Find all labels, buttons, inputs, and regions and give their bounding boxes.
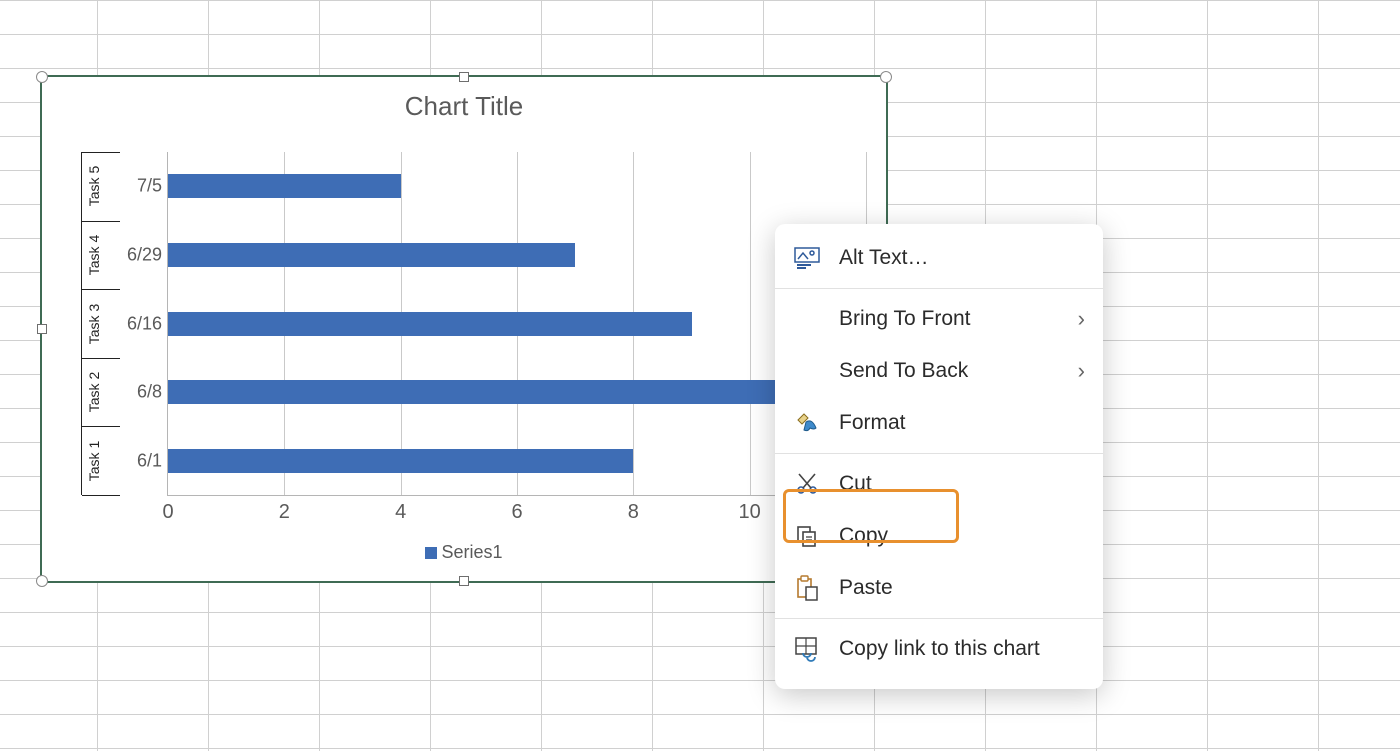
- y-category-label: Task 4: [86, 235, 102, 275]
- category-divider: [82, 152, 120, 153]
- x-tick-label: 6: [511, 495, 522, 524]
- legend-label: Series1: [441, 542, 502, 562]
- paste-icon: [793, 574, 821, 602]
- resize-handle-s[interactable]: [459, 576, 469, 586]
- menu-format[interactable]: Format: [775, 397, 1103, 449]
- category-divider: [82, 358, 120, 359]
- outer-category-axis: [81, 152, 82, 495]
- blank-icon: [793, 357, 821, 385]
- menu-cut[interactable]: Cut: [775, 458, 1103, 510]
- context-menu: Alt Text… Bring To Front › Send To Back …: [775, 224, 1103, 689]
- menu-send-to-back[interactable]: Send To Back ›: [775, 345, 1103, 397]
- menu-separator: [775, 453, 1103, 454]
- format-icon: [793, 409, 821, 437]
- chart-legend[interactable]: Series1: [42, 542, 886, 563]
- copy-icon: [793, 522, 821, 550]
- menu-alt-text[interactable]: Alt Text…: [775, 232, 1103, 284]
- menu-separator: [775, 288, 1103, 289]
- menu-paste[interactable]: Paste: [775, 562, 1103, 614]
- scissors-icon: [793, 470, 821, 498]
- bar[interactable]: [168, 312, 692, 336]
- y-tick-label: 6/29: [127, 244, 168, 265]
- bar[interactable]: [168, 449, 633, 473]
- x-tick-label: 0: [162, 495, 173, 524]
- chart-title[interactable]: Chart Title: [42, 77, 886, 122]
- legend-swatch: [425, 547, 437, 559]
- resize-handle-nw[interactable]: [36, 71, 48, 83]
- gridline: [750, 152, 751, 495]
- x-tick-label: 2: [279, 495, 290, 524]
- bar[interactable]: [168, 380, 779, 404]
- x-tick-label: 10: [739, 495, 761, 524]
- category-divider: [82, 426, 120, 427]
- category-divider: [82, 221, 120, 222]
- y-category-label: Task 1: [86, 440, 102, 480]
- y-category-label: Task 3: [86, 303, 102, 343]
- resize-handle-ne[interactable]: [880, 71, 892, 83]
- y-tick-label: 7/5: [137, 176, 168, 197]
- alt-text-icon: [793, 244, 821, 272]
- menu-copy[interactable]: Copy: [775, 510, 1103, 562]
- y-tick-label: 6/8: [137, 382, 168, 403]
- resize-handle-n[interactable]: [459, 72, 469, 82]
- chevron-right-icon: ›: [1078, 358, 1085, 384]
- bar[interactable]: [168, 243, 575, 267]
- resize-handle-w[interactable]: [37, 324, 47, 334]
- bar[interactable]: [168, 174, 401, 198]
- menu-copy-link[interactable]: Copy link to this chart: [775, 623, 1103, 675]
- menu-bring-to-front[interactable]: Bring To Front ›: [775, 293, 1103, 345]
- resize-handle-sw[interactable]: [36, 575, 48, 587]
- menu-separator: [775, 618, 1103, 619]
- y-category-label: Task 5: [86, 166, 102, 206]
- x-tick-label: 4: [395, 495, 406, 524]
- y-tick-label: 6/1: [137, 450, 168, 471]
- chart-link-icon: [793, 635, 821, 663]
- chart-object[interactable]: Chart Title 0246810127/5Task 56/29Task 4…: [40, 75, 888, 583]
- category-divider: [82, 495, 120, 496]
- y-category-label: Task 2: [86, 372, 102, 412]
- y-tick-label: 6/16: [127, 313, 168, 334]
- plot-area[interactable]: 0246810127/5Task 56/29Task 46/16Task 36/…: [167, 152, 866, 496]
- category-divider: [82, 289, 120, 290]
- x-tick-label: 8: [628, 495, 639, 524]
- blank-icon: [793, 305, 821, 333]
- chevron-right-icon: ›: [1078, 306, 1085, 332]
